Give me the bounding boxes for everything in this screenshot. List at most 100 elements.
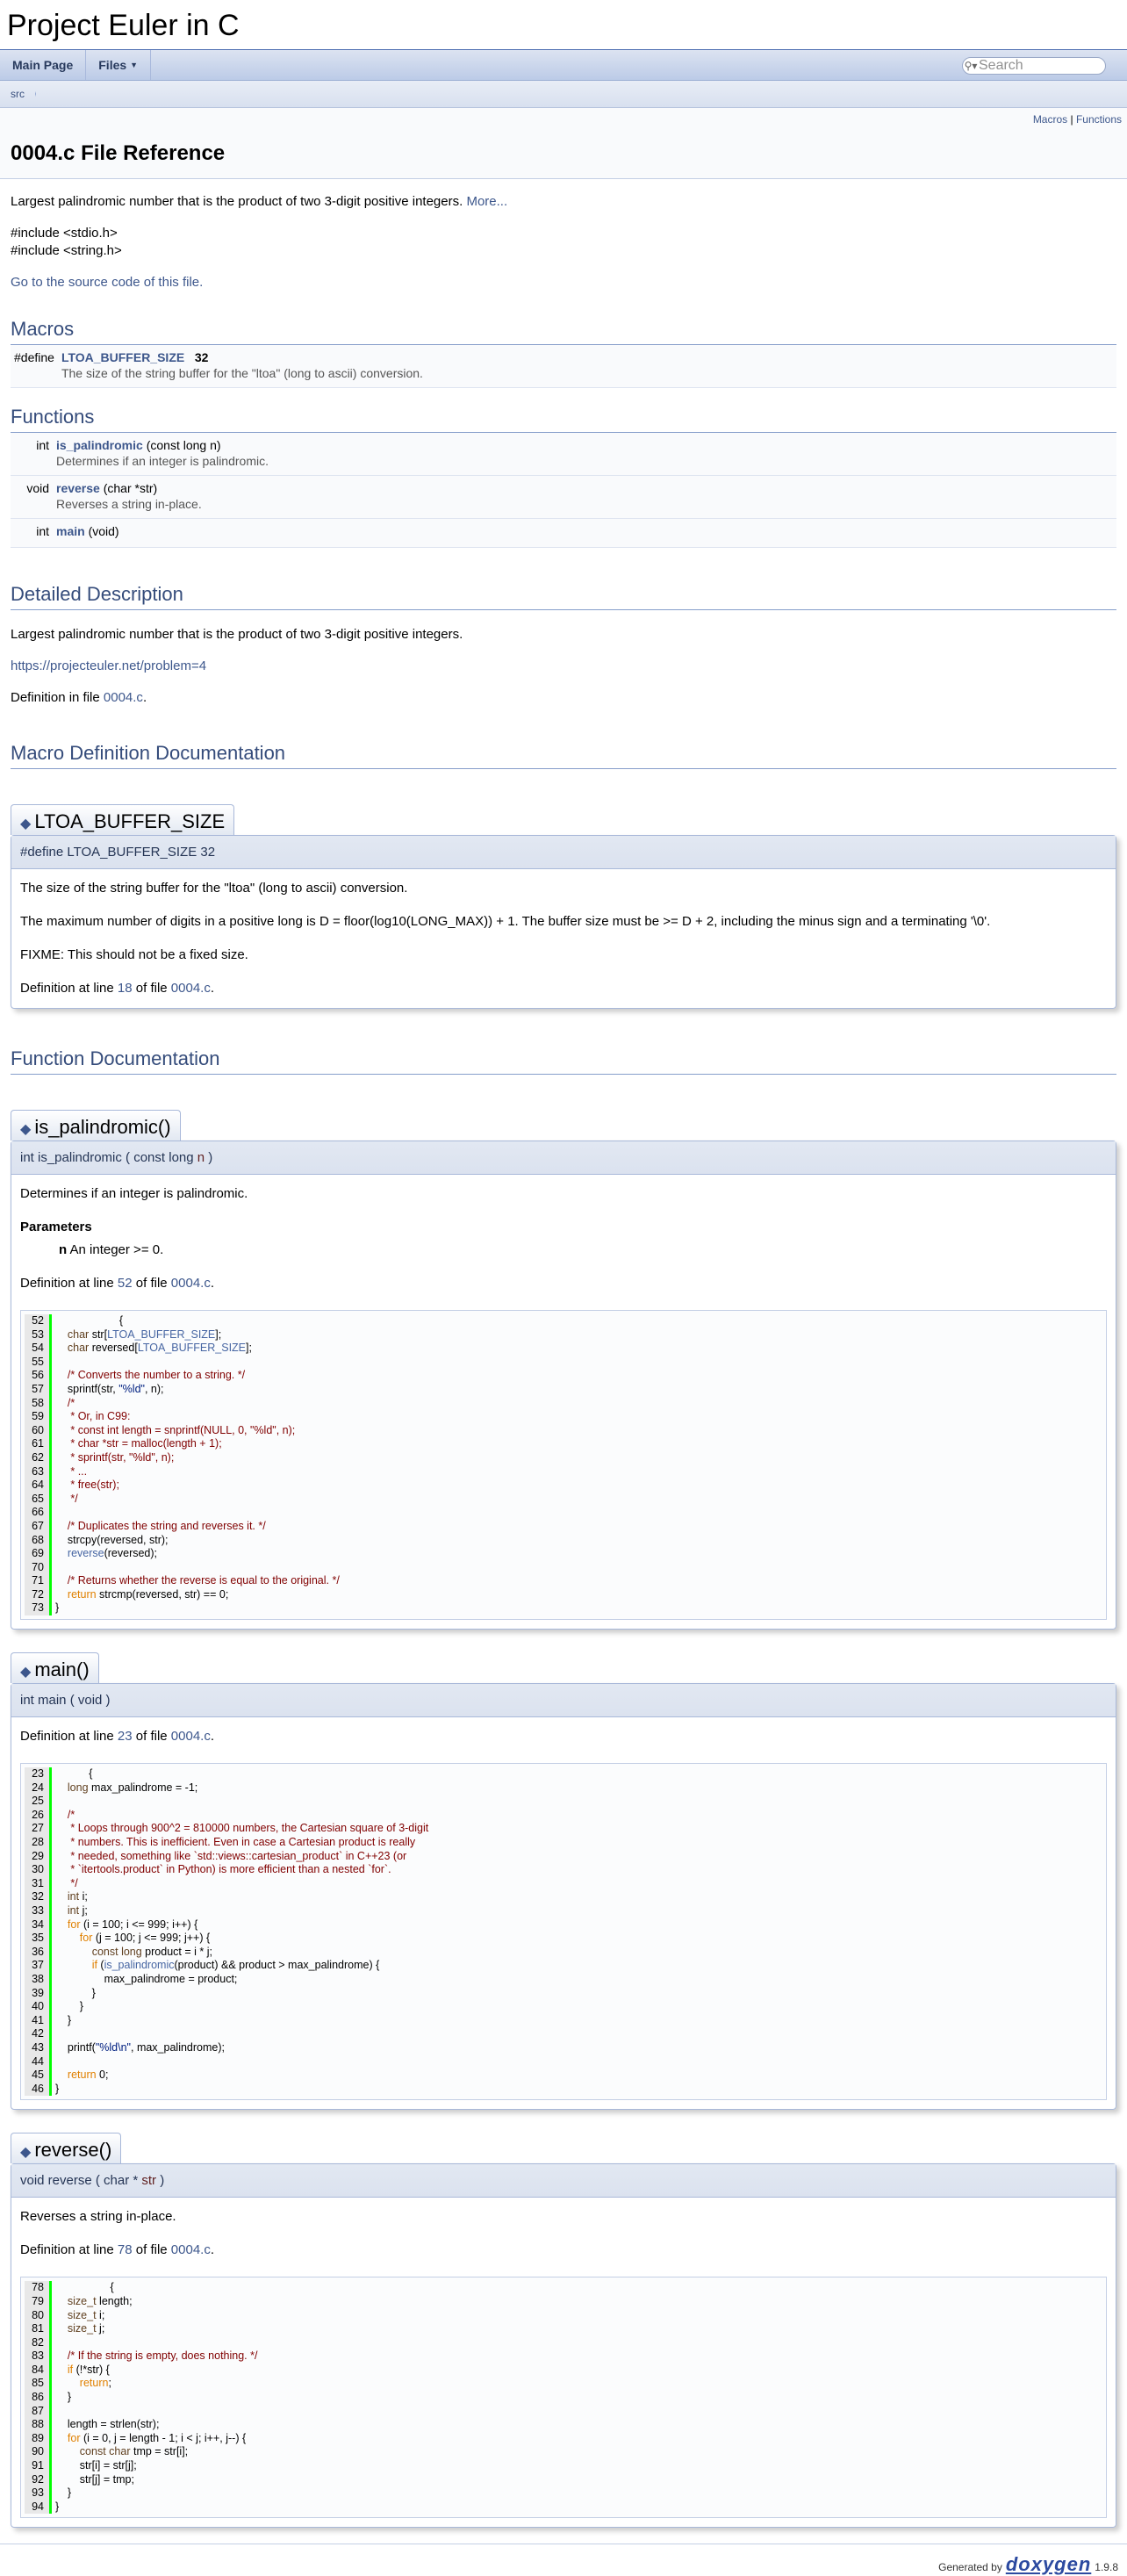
file-link[interactable]: 0004.c [171,981,211,996]
function-desc-row: Reverses a string in-place. [11,497,1116,519]
def-prefix: Definition in file [11,690,100,705]
code-line: 86 } [21,2391,1106,2405]
macro-link-ltoa-buffer-size[interactable]: LTOA_BUFFER_SIZE [61,350,184,364]
code-line: 32 int i; [21,1890,1106,1904]
code-line: 38 max_palindrome = product; [21,1972,1106,1987]
code-line: 94} [21,2500,1106,2515]
macro-value: 32 [194,350,209,364]
summary-link-macros[interactable]: Macros [1033,113,1067,126]
line-link[interactable]: 18 [118,981,133,996]
code-line: 57 sprintf(str, "%ld", n); [21,1382,1106,1397]
proto-post: ) [205,1150,213,1165]
code-line: 79 size_t length; [21,2294,1106,2309]
function-link-is-palindromic[interactable]: is_palindromic [56,438,143,452]
source-code-link[interactable]: Go to the source code of this file. [11,275,203,290]
code-line: 89 for (i = 0, j = length - 1; i < j; i+… [21,2431,1106,2446]
page-header: Macros | Functions 0004.c File Reference [0,108,1127,179]
file-link[interactable]: 0004.c [171,1729,211,1744]
code-line: 73} [21,1601,1106,1616]
code-line: 93 } [21,2486,1106,2500]
diamond-icon: ◆ [20,817,32,831]
member-title-text: is_palindromic() [34,1116,171,1138]
line-link[interactable]: 23 [118,1729,133,1744]
code-fragment: 23 { 24 long max_palindrome = -1; 25 26 … [20,1763,1107,2101]
macro-row: #define LTOA_BUFFER_SIZE 32 [11,345,1116,366]
summary-link-functions[interactable]: Functions [1076,113,1122,126]
content: Largest palindromic number that is the p… [0,179,1127,2529]
code-line: 31 */ [21,1876,1106,1891]
code-line: 82 [21,2335,1106,2350]
member-prototype: #define LTOA_BUFFER_SIZE 32 [11,836,1116,869]
function-link-main[interactable]: main [56,524,85,538]
member-item: int is_palindromic ( const long n ) Dete… [11,1140,1116,1630]
code-line: 54 char reversed[LTOA_BUFFER_SIZE]; [21,1342,1106,1356]
doxygen-logo[interactable]: doxygen [1006,2553,1091,2576]
code-line: 66 [21,1506,1106,1520]
diamond-icon: ◆ [20,2145,32,2161]
code-line: 84 if (!*str) { [21,2363,1106,2378]
code-line: 81 size_t j; [21,2322,1106,2336]
member-item: void reverse ( char * str ) Reverses a s… [11,2163,1116,2529]
param-desc: An integer >= 0. [69,1242,164,1257]
code-line: 64 * free(str); [21,1479,1106,1493]
file-link[interactable]: 0004.c [171,2242,211,2257]
nav-files-label: Files [98,58,127,72]
member-doc: Definition at line 23 of file 0004.c. [11,1717,1116,1763]
function-definition-line: Definition at line 23 of file 0004.c. [20,1728,1107,1745]
code-line: 35 for (j = 100; j <= 999; j++) { [21,1932,1106,1946]
nav-main-page-label: Main Page [12,58,74,72]
search-input[interactable]: Search [979,58,1023,74]
project-euler-link[interactable]: https://projecteuler.net/problem=4 [11,658,206,673]
code-line: 39 } [21,1986,1106,2001]
code-line: 30 * `itertools.product` in Python) is m… [21,1863,1106,1877]
macro-doc-p2: The maximum number of digits in a positi… [20,914,991,929]
member-title: ◆ main() [11,1652,99,1684]
code-line: 72 return strcmp(reversed, str) == 0; [21,1587,1106,1602]
code-line: 29 * needed, something like `std::views:… [21,1849,1106,1864]
doxygen-version: 1.9.8 [1095,2561,1118,2573]
member-title: ◆ reverse() [11,2133,122,2164]
function-return-type: void [11,475,53,497]
function-desc-row [11,540,1116,548]
code-line: 85 return; [21,2377,1106,2392]
code-line: 23 { [21,1767,1106,1781]
def-prefix: Definition at line [20,1729,114,1745]
breadcrumb-item-src[interactable]: src [0,81,36,107]
file-link[interactable]: 0004.c [171,1276,211,1291]
file-link[interactable]: 0004.c [104,690,143,705]
function-return-type: int [11,518,53,540]
line-link[interactable]: 78 [118,2242,133,2257]
function-link-reverse[interactable]: reverse [56,481,100,495]
brief-description: Largest palindromic number that is the p… [11,193,1116,211]
macro-definition-line: Definition at line 18 of file 0004.c. [20,980,1107,997]
proto-param: n [197,1150,205,1165]
macro-doc-p1: The size of the string buffer for the "l… [20,881,408,896]
function-desc: Determines if an integer is palindromic. [53,454,1116,476]
function-desc [53,540,1116,548]
member-title-text: main() [34,1659,90,1681]
code-line: 83 /* If the string is empty, does nothi… [21,2349,1106,2364]
title-area: Project Euler in C [0,0,1127,50]
def-prefix: Definition at line [20,1276,114,1291]
line-link[interactable]: 52 [118,1276,133,1291]
code-line: 60 * const int length = snprintf(NULL, 0… [21,1423,1106,1438]
nav-main-page[interactable]: Main Page [0,50,87,80]
project-name: Project Euler in C [7,9,240,42]
code-line: 55 [21,1355,1106,1370]
function-desc-row: Determines if an integer is palindromic. [11,454,1116,476]
code-line: 27 * Loops through 900^2 = 810000 number… [21,1822,1106,1837]
generated-by-text: Generated by [938,2561,1002,2573]
code-line: 44 [21,2054,1106,2069]
include-string: #include <string.h> [11,243,122,258]
code-line: 28 * numbers. This is inefficient. Even … [21,1836,1106,1850]
macro-desc: The size of the string buffer for the "l… [57,366,1116,388]
more-link[interactable]: More... [466,194,507,209]
search-box[interactable]: ⚲▾ Search [962,57,1106,75]
function-definition-line: Definition at line 52 of file 0004.c. [20,1275,1107,1292]
member-title: ◆ LTOA_BUFFER_SIZE [11,804,235,835]
generated-by: Generated by doxygen 1.9.8 [938,2553,1118,2576]
code-line: 58 /* [21,1396,1106,1411]
detailed-description-heading: Detailed Description [11,583,1116,610]
nav-files[interactable]: Files ▼ [86,50,152,80]
def-suffix: . [210,1729,215,1745]
